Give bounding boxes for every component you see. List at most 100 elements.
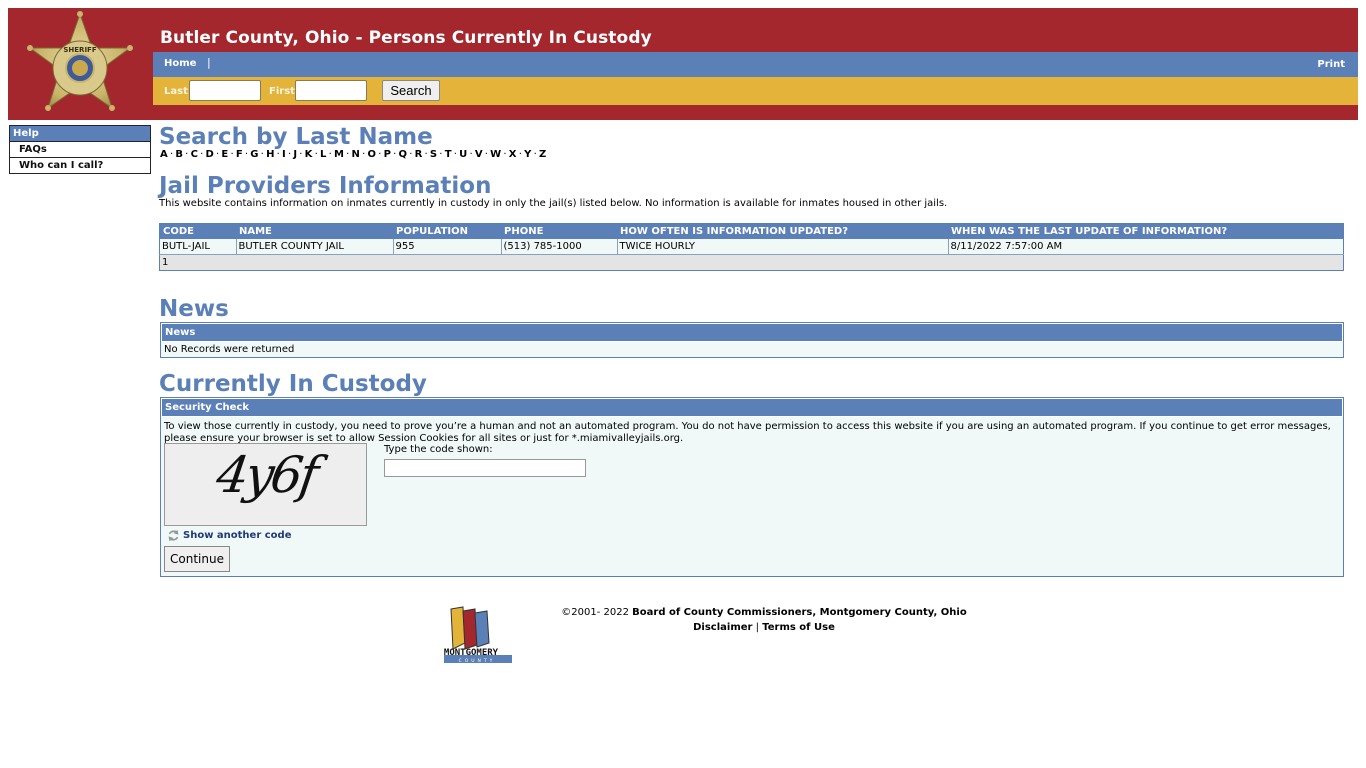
letter-link-j[interactable]: J	[293, 149, 297, 160]
letter-link-f[interactable]: F	[236, 149, 243, 160]
cell-phone: (513) 785-1000	[500, 239, 617, 255]
letter-link-b[interactable]: B	[175, 149, 183, 160]
jail-providers-table: CODE NAME POPULATION PHONE HOW OFTEN IS …	[159, 223, 1344, 271]
cell-name: BUTLER COUNTY JAIL	[235, 239, 393, 255]
page-title: Butler County, Ohio - Persons Currently …	[160, 28, 652, 48]
letter-link-w[interactable]: W	[490, 149, 501, 160]
nav-print-link[interactable]: Print	[1317, 59, 1345, 70]
letter-link-s[interactable]: S	[430, 149, 437, 160]
news-empty-message: No Records were returned	[161, 342, 1343, 357]
security-check-panel: Security Check To view those currently i…	[160, 397, 1344, 577]
column-header-code: CODE	[159, 223, 236, 239]
letter-separator: ·	[299, 149, 303, 160]
letter-separator: ·	[378, 149, 382, 160]
letter-separator: ·	[200, 149, 204, 160]
letter-link-x[interactable]: X	[509, 149, 517, 160]
svg-text:SHERIFF: SHERIFF	[63, 46, 96, 54]
letter-separator: ·	[185, 149, 189, 160]
letter-separator: ·	[393, 149, 397, 160]
letter-separator: ·	[328, 149, 332, 160]
news-panel: News No Records were returned	[160, 322, 1344, 358]
letter-separator: ·	[276, 149, 281, 160]
letter-separator: ·	[230, 149, 234, 160]
letter-separator: ·	[439, 149, 443, 160]
help-sidebar: Help FAQs Who can I call?	[9, 125, 151, 174]
footer-separator: |	[755, 622, 760, 633]
letter-link-h[interactable]: H	[266, 149, 275, 160]
letter-link-q[interactable]: Q	[399, 149, 408, 160]
letter-separator: ·	[362, 149, 366, 160]
currently-in-custody-heading: Currently In Custody	[159, 371, 427, 397]
news-panel-header: News	[161, 323, 1343, 342]
letter-link-u[interactable]: U	[459, 149, 467, 160]
letter-link-v[interactable]: V	[475, 149, 483, 160]
sidebar-item-who-can-i-call[interactable]: Who can I call?	[10, 157, 150, 173]
show-another-code-link[interactable]: Show another code	[183, 530, 291, 541]
letter-link-p[interactable]: P	[384, 149, 392, 160]
letter-link-o[interactable]: O	[367, 149, 376, 160]
sidebar-header: Help	[10, 126, 150, 141]
captcha-code-input[interactable]	[384, 459, 586, 477]
letter-link-t[interactable]: T	[445, 149, 452, 160]
sheriff-badge-logo: SHERIFF	[27, 11, 133, 111]
refresh-icon[interactable]	[167, 529, 180, 542]
terms-of-use-link[interactable]: Terms of Use	[762, 622, 835, 633]
letter-separator: ·	[409, 149, 413, 160]
pager-page-1[interactable]: 1	[159, 254, 1344, 271]
letter-separator: ·	[244, 149, 249, 160]
sidebar-item-faqs[interactable]: FAQs	[10, 141, 150, 157]
letter-link-d[interactable]: D	[206, 149, 215, 160]
column-header-update-frequency: HOW OFTEN IS INFORMATION UPDATED?	[617, 223, 948, 239]
letter-link-e[interactable]: E	[221, 149, 228, 160]
letter-separator: ·	[518, 149, 523, 160]
letter-separator: ·	[260, 149, 265, 160]
table-header-row: CODE NAME POPULATION PHONE HOW OFTEN IS …	[159, 223, 1344, 239]
letter-link-g[interactable]: G	[250, 149, 258, 160]
letter-link-i[interactable]: I	[282, 149, 286, 160]
letter-link-c[interactable]: C	[191, 149, 199, 160]
first-name-label: First	[269, 86, 295, 97]
last-name-input[interactable]	[189, 80, 261, 101]
table-row: BUTL-JAIL BUTLER COUNTY JAIL 955 (513) 7…	[159, 239, 1344, 255]
letter-link-a[interactable]: A	[160, 149, 168, 160]
letter-separator: ·	[287, 149, 292, 160]
letter-separator: ·	[503, 149, 507, 160]
site-header: SHERIFF Butler County, Ohio - Persons Cu…	[8, 8, 1358, 120]
search-button[interactable]: Search	[382, 80, 440, 101]
news-heading: News	[159, 296, 229, 322]
footer-logo-text: MONTGOMERY	[444, 648, 499, 658]
letter-link-l[interactable]: L	[320, 149, 327, 160]
column-header-name: NAME	[236, 223, 393, 239]
top-nav: Home | Print	[153, 52, 1358, 77]
disclaimer-link[interactable]: Disclaimer	[693, 622, 752, 633]
first-name-input[interactable]	[295, 80, 367, 101]
search-by-last-name-heading: Search by Last Name	[159, 124, 433, 150]
column-header-last-update: WHEN WAS THE LAST UPDATE OF INFORMATION?	[948, 223, 1344, 239]
letter-separator: ·	[169, 149, 174, 160]
nav-separator: |	[207, 56, 211, 69]
letter-separator: ·	[216, 149, 220, 160]
table-pager-row: 1	[159, 254, 1344, 271]
captcha-image: 4y6f	[164, 443, 367, 526]
name-search-bar: Last First Search	[153, 77, 1358, 105]
alphabet-index: A · B · C · D · E · F · G · H · I · J · K · L · M · N · O · P · Q · R · S · T ·…	[160, 149, 546, 160]
nav-home-link[interactable]: Home	[164, 58, 196, 69]
letter-link-z[interactable]: Z	[539, 149, 546, 160]
letter-link-k[interactable]: K	[305, 149, 313, 160]
letter-link-r[interactable]: R	[415, 149, 423, 160]
security-check-message: To view those currently in custody, you …	[161, 417, 1343, 445]
copyright-prefix: ©2001- 2022	[561, 607, 633, 618]
jail-providers-heading: Jail Providers Information	[159, 173, 492, 199]
footer-logo-subtext: COUNTY	[459, 658, 496, 663]
cell-population: 955	[392, 239, 501, 255]
jail-providers-description: This website contains information on inm…	[159, 198, 948, 209]
letter-link-y[interactable]: Y	[524, 149, 531, 160]
show-another-code-control[interactable]: Show another code	[167, 529, 291, 542]
captcha-code-label: Type the code shown:	[384, 444, 493, 455]
letter-link-m[interactable]: M	[334, 149, 344, 160]
letter-link-n[interactable]: N	[352, 149, 361, 160]
captcha-text: 4y6f	[212, 446, 320, 504]
copyright-org: Board of County Commissioners, Montgomer…	[632, 607, 967, 618]
continue-button[interactable]: Continue	[164, 546, 230, 572]
column-header-population: POPULATION	[393, 223, 501, 239]
